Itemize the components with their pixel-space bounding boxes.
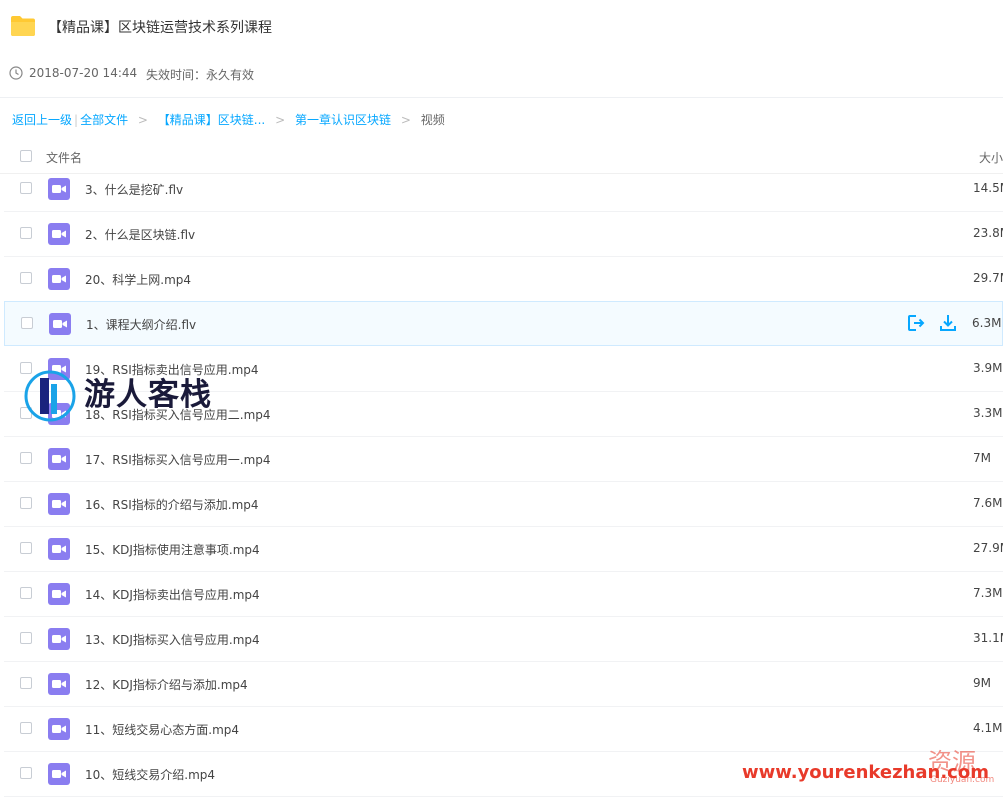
file-row[interactable]: 16、RSI指标的介绍与添加.mp4 7.6M bbox=[4, 482, 1003, 527]
file-name[interactable]: 2、什么是区块链.flv bbox=[85, 226, 195, 243]
file-row[interactable]: 15、KDJ指标使用注意事项.mp4 27.9M bbox=[4, 527, 1003, 572]
clock-icon bbox=[9, 66, 23, 80]
video-file-icon bbox=[48, 268, 70, 290]
breadcrumb-back[interactable]: 返回上一级 bbox=[12, 113, 72, 127]
video-file-icon bbox=[49, 313, 71, 335]
file-checkbox[interactable] bbox=[20, 587, 32, 599]
video-file-icon bbox=[48, 583, 70, 605]
video-file-icon bbox=[48, 718, 70, 740]
file-row[interactable]: 14、KDJ指标卖出信号应用.mp4 7.3M bbox=[4, 572, 1003, 617]
breadcrumb: 返回上一级 | 全部文件 > 【精品课】区块链... > 第一章认识区块链 > 视频 bbox=[12, 111, 445, 128]
file-row[interactable]: 17、RSI指标买入信号应用一.mp4 7M bbox=[4, 437, 1003, 482]
file-row[interactable]: 20、科学上网.mp4 29.7M bbox=[4, 257, 1003, 302]
file-name[interactable]: 1、课程大纲介绍.flv bbox=[86, 316, 196, 333]
file-checkbox[interactable] bbox=[20, 227, 32, 239]
file-name[interactable]: 12、KDJ指标介绍与添加.mp4 bbox=[85, 676, 248, 693]
breadcrumb-current: 视频 bbox=[420, 113, 445, 127]
file-size: 7.6M bbox=[973, 496, 1003, 510]
file-size: 4.1M bbox=[973, 721, 1003, 735]
file-size: 14.5M bbox=[973, 181, 1003, 195]
file-size: 31.1M bbox=[973, 631, 1003, 645]
file-size: 29.7M bbox=[973, 271, 1003, 285]
breadcrumb-separator: > bbox=[400, 113, 411, 127]
file-size: 23.8M bbox=[973, 226, 1003, 240]
file-name[interactable]: 13、KDJ指标买入信号应用.mp4 bbox=[85, 631, 260, 648]
column-header-name[interactable]: 文件名 bbox=[46, 149, 82, 166]
download-icon[interactable] bbox=[938, 313, 958, 333]
file-row[interactable]: 3、什么是挖矿.flv 14.5M bbox=[4, 167, 1003, 212]
file-size: 7.3M bbox=[973, 586, 1003, 600]
header: 【精品课】区块链运营技术系列课程 bbox=[0, 0, 1003, 55]
video-file-icon bbox=[48, 223, 70, 245]
file-name[interactable]: 3、什么是挖矿.flv bbox=[85, 181, 183, 198]
video-file-icon bbox=[48, 673, 70, 695]
select-all-checkbox[interactable] bbox=[20, 150, 32, 162]
video-file-icon bbox=[48, 178, 70, 200]
breadcrumb-chapter[interactable]: 第一章认识区块链 bbox=[295, 113, 391, 127]
file-size: 7M bbox=[973, 451, 991, 465]
file-size: 3.9M bbox=[973, 361, 1003, 375]
file-row[interactable]: 2、什么是区块链.flv 23.8M bbox=[4, 212, 1003, 257]
file-row[interactable]: 11、短线交易心态方面.mp4 4.1M bbox=[4, 707, 1003, 752]
file-row[interactable]: 12、KDJ指标介绍与添加.mp4 9M bbox=[4, 662, 1003, 707]
file-row[interactable]: 13、KDJ指标买入信号应用.mp4 31.1M bbox=[4, 617, 1003, 662]
expire-time: 失效时间：永久有效 bbox=[146, 68, 255, 82]
breadcrumb-separator: > bbox=[275, 113, 286, 127]
save-to-drive-icon[interactable] bbox=[906, 313, 926, 333]
file-size: 3.3M bbox=[973, 406, 1003, 420]
file-name[interactable]: 14、KDJ指标卖出信号应用.mp4 bbox=[85, 586, 260, 603]
column-header-size[interactable]: 大小 bbox=[979, 149, 1003, 166]
file-checkbox[interactable] bbox=[20, 542, 32, 554]
file-checkbox[interactable] bbox=[20, 272, 32, 284]
breadcrumb-pipe: | bbox=[74, 113, 79, 127]
file-checkbox[interactable] bbox=[20, 497, 32, 509]
breadcrumb-all-files[interactable]: 全部文件 bbox=[80, 113, 128, 127]
file-name[interactable]: 16、RSI指标的介绍与添加.mp4 bbox=[85, 496, 259, 513]
logo-watermark-text: 游人客栈 bbox=[84, 377, 212, 413]
breadcrumb-course[interactable]: 【精品课】区块链... bbox=[158, 113, 265, 127]
file-name[interactable]: 10、短线交易介绍.mp4 bbox=[85, 766, 215, 783]
breadcrumb-separator: > bbox=[137, 113, 148, 127]
watermark-small: Guziyuan.com bbox=[930, 775, 995, 785]
file-name[interactable]: 15、KDJ指标使用注意事项.mp4 bbox=[85, 541, 260, 558]
file-checkbox[interactable] bbox=[20, 452, 32, 464]
video-file-icon bbox=[48, 538, 70, 560]
file-checkbox[interactable] bbox=[20, 767, 32, 779]
file-name[interactable]: 11、短线交易心态方面.mp4 bbox=[85, 721, 239, 738]
page-title: 【精品课】区块链运营技术系列课程 bbox=[48, 20, 272, 36]
file-row[interactable]: 1、课程大纲介绍.flv 6.3M bbox=[4, 301, 1003, 346]
file-name[interactable]: 20、科学上网.mp4 bbox=[85, 271, 191, 288]
file-size: 6.3M bbox=[972, 316, 1002, 330]
share-date: 2018-07-20 14:44 bbox=[29, 66, 138, 80]
video-file-icon bbox=[48, 763, 70, 785]
file-checkbox[interactable] bbox=[20, 632, 32, 644]
video-file-icon bbox=[48, 628, 70, 650]
file-checkbox[interactable] bbox=[20, 182, 32, 194]
video-file-icon bbox=[48, 448, 70, 470]
file-checkbox[interactable] bbox=[20, 677, 32, 689]
share-meta: 2018-07-20 14:44 失效时间：永久有效 bbox=[0, 55, 1003, 98]
file-size: 27.9M bbox=[973, 541, 1003, 555]
file-name[interactable]: 17、RSI指标买入信号应用一.mp4 bbox=[85, 451, 271, 468]
folder-icon bbox=[11, 16, 35, 36]
file-size: 9M bbox=[973, 676, 991, 690]
file-checkbox[interactable] bbox=[20, 722, 32, 734]
file-checkbox[interactable] bbox=[21, 317, 33, 329]
video-file-icon bbox=[48, 493, 70, 515]
